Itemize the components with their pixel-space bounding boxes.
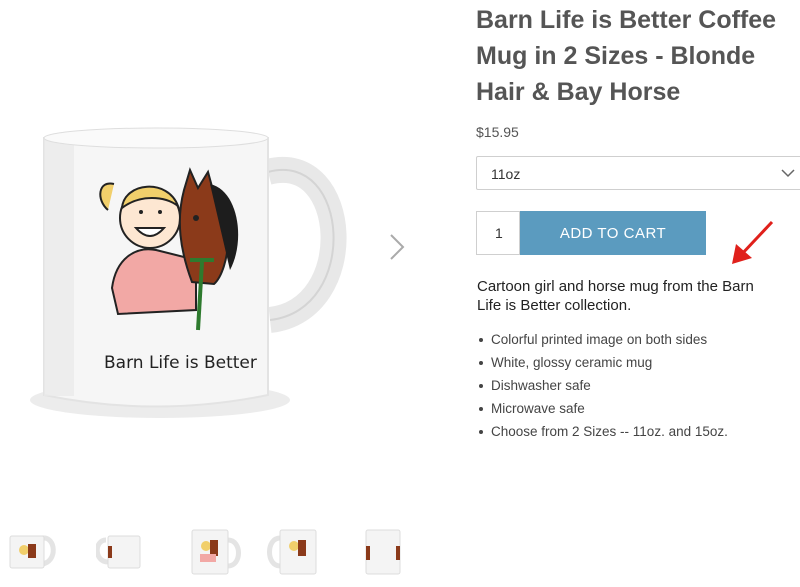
thumbnail-2[interactable]	[94, 522, 156, 582]
quantity-input[interactable]	[476, 211, 520, 255]
list-item: White, glossy ceramic mug	[477, 351, 728, 374]
thumbnail-4[interactable]	[266, 522, 326, 582]
size-select-value: 11oz	[491, 166, 521, 182]
chevron-down-icon	[781, 169, 795, 178]
list-item: Colorful printed image on both sides	[477, 328, 728, 351]
product-title: Barn Life is Better Coffee Mug in 2 Size…	[476, 6, 777, 106]
red-arrow-icon	[728, 216, 778, 268]
thumbnail-strip	[0, 522, 420, 582]
thumbnail-5[interactable]	[356, 522, 416, 582]
add-to-cart-button[interactable]: ADD TO CART	[520, 211, 706, 255]
product-price: $15.95	[476, 124, 519, 140]
product-description: Cartoon girl and horse mug from the Barn…	[477, 278, 754, 314]
list-item: Microwave safe	[477, 397, 728, 420]
size-select[interactable]: 11oz	[476, 156, 800, 190]
thumbnail-3[interactable]	[186, 522, 246, 582]
thumbnail-1[interactable]	[2, 522, 62, 582]
next-image-button[interactable]	[385, 232, 409, 262]
list-item: Choose from 2 Sizes -- 11oz. and 15oz.	[477, 420, 728, 443]
list-item: Dishwasher safe	[477, 374, 728, 397]
chevron-right-icon	[390, 234, 405, 260]
main-product-image: Barn Life is Better	[0, 110, 380, 440]
feature-list: Colorful printed image on both sides Whi…	[477, 328, 728, 443]
mug-print-text: Barn Life is Better	[104, 353, 257, 373]
